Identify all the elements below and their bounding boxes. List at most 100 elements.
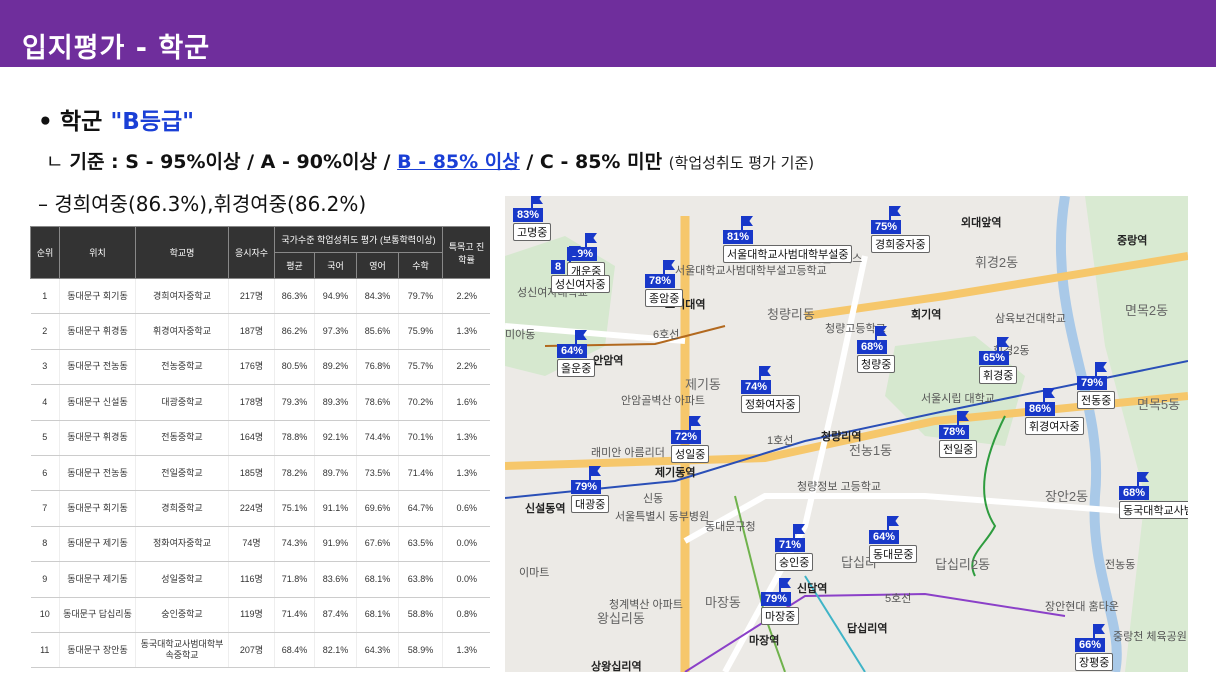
map-place-label: 제기동 bbox=[685, 377, 721, 392]
marker-school-name: 청량중 bbox=[857, 355, 896, 373]
map-place-label: 답십리2동 bbox=[935, 557, 991, 572]
cell-eng: 78.6% bbox=[356, 384, 399, 421]
cell-location: 동대문구 휘경동 bbox=[59, 313, 136, 350]
cell-location: 동대문구 답십리동 bbox=[59, 597, 136, 633]
cell-kor: 92.1% bbox=[314, 420, 357, 456]
cell-avg: 71.8% bbox=[274, 561, 315, 598]
map-place-label: 장안2동 bbox=[1045, 489, 1089, 504]
cell-location: 동대문구 회기동 bbox=[59, 490, 136, 527]
cell-eng: 68.1% bbox=[356, 561, 399, 598]
marker-school-name: 전동중 bbox=[1077, 391, 1116, 409]
cell-kor: 91.1% bbox=[314, 490, 357, 527]
map-place-label: 래미안 아름리더 bbox=[591, 447, 665, 459]
map-place-label: 청량정보 고등학교 bbox=[797, 481, 882, 493]
cell-students: 185명 bbox=[228, 455, 275, 492]
cell-math: 63.8% bbox=[397, 561, 443, 598]
cell-eng: 73.5% bbox=[356, 455, 399, 492]
cell-rank: 9 bbox=[30, 561, 60, 598]
map-place-label: 신동 bbox=[643, 493, 664, 505]
cell-math: 71.4% bbox=[397, 455, 443, 492]
marker-school-name: 동대문중 bbox=[869, 545, 918, 563]
cell-avg: 78.8% bbox=[274, 420, 315, 456]
marker-percent: 79% bbox=[571, 480, 602, 494]
map-place-label: 동대문구청 bbox=[705, 521, 756, 533]
marker-school-name: 마장중 bbox=[761, 607, 800, 625]
header-rank: 순위 bbox=[30, 226, 60, 279]
top-schools-line: – 경희여중(86.3%),휘경여중(86.2%) bbox=[38, 192, 367, 216]
cell-math: 75.7% bbox=[397, 349, 443, 386]
cell-school: 숭인중학교 bbox=[135, 597, 229, 633]
cell-rank: 10 bbox=[30, 597, 60, 633]
table-row: 7 동대문구 회기동 경희중학교 224명 75.1% 91.1% 69.6% 64.7% 0.… bbox=[30, 490, 490, 527]
cell-school: 휘경여자중학교 bbox=[135, 313, 229, 350]
marker-school-name: 올운중 bbox=[557, 359, 596, 377]
marker-school-name: 종암중 bbox=[645, 289, 684, 307]
marker-school-name: 동국대학교사범 bbox=[1119, 501, 1188, 519]
cell-avg: 78.2% bbox=[274, 455, 315, 492]
cell-special: 1.3% bbox=[442, 420, 490, 456]
school-map[interactable]: 미아동성신여자대학교고려대역서울대학교사범대학부설고등학교KAIST 서울캠퍼스… bbox=[505, 196, 1188, 672]
cell-rank: 3 bbox=[30, 349, 60, 386]
map-place-label: 중랑천 체육공원 bbox=[1113, 631, 1187, 643]
map-place-label: 장안현대 홈타운 bbox=[1045, 601, 1119, 613]
cell-school: 전일중학교 bbox=[135, 455, 229, 492]
table-row: 2 동대문구 휘경동 휘경여자중학교 187명 86.2% 97.3% 85.6% 75.9%… bbox=[30, 313, 490, 350]
map-place-label: 중랑역 bbox=[1117, 235, 1148, 247]
cell-location: 동대문구 전농동 bbox=[59, 349, 136, 386]
cell-rank: 7 bbox=[30, 490, 60, 527]
cell-special: 1.3% bbox=[442, 455, 490, 492]
marker-school-name: 고명중 bbox=[513, 223, 552, 241]
header-math: 수학 bbox=[397, 252, 444, 279]
header-eng: 영어 bbox=[356, 252, 399, 279]
cell-special: 0.0% bbox=[442, 561, 490, 598]
marker-percent: 75% bbox=[871, 220, 902, 234]
table-row: 1 동대문구 회기동 경희여자중학교 217명 86.3% 94.9% 84.3% 79.7%… bbox=[30, 278, 490, 315]
criteria-prefix: 기준 : S - 95%이상 / A - 90%이상 / bbox=[69, 151, 398, 173]
map-place-label: 미아동 bbox=[505, 329, 536, 341]
cell-location: 동대문구 제기동 bbox=[59, 526, 136, 563]
header-special: 특목고 진학률 bbox=[442, 226, 490, 279]
cell-math: 64.7% bbox=[397, 490, 443, 527]
cell-eng: 67.6% bbox=[356, 526, 399, 563]
corner-mark: ㄴ bbox=[46, 151, 64, 173]
map-place-label: 휘경2동 bbox=[975, 255, 1019, 270]
cell-avg: 86.2% bbox=[274, 313, 315, 350]
map-place-label: 삼육보건대학교 bbox=[995, 313, 1066, 325]
cell-kor: 89.7% bbox=[314, 455, 357, 492]
cell-rank: 4 bbox=[30, 384, 60, 421]
marker-percent: 68% bbox=[857, 340, 888, 354]
marker-percent: 81% bbox=[723, 230, 754, 244]
cell-special: 1.3% bbox=[442, 632, 490, 669]
cell-school: 전농중학교 bbox=[135, 349, 229, 386]
cell-kor: 91.9% bbox=[314, 526, 357, 563]
map-place-label: 5호선 bbox=[885, 593, 912, 605]
cell-eng: 74.4% bbox=[356, 420, 399, 456]
map-place-label: 답십리역 bbox=[847, 623, 888, 635]
cell-math: 58.8% bbox=[397, 597, 443, 633]
header-school: 학교명 bbox=[135, 226, 229, 279]
cell-kor: 87.4% bbox=[314, 597, 357, 633]
cell-students: 176명 bbox=[228, 349, 275, 386]
cell-school: 전동중학교 bbox=[135, 420, 229, 456]
cell-eng: 64.3% bbox=[356, 632, 399, 669]
cell-special: 0.8% bbox=[442, 597, 490, 633]
cell-eng: 84.3% bbox=[356, 278, 399, 315]
school-table: 순위 위치 학교명 응시자수 국가수준 학업성취도 평가 (보통학력이상) 특목… bbox=[30, 226, 490, 669]
marker-percent: 86% bbox=[1025, 402, 1056, 416]
marker-percent: 71% bbox=[775, 538, 806, 552]
cell-kor: 97.3% bbox=[314, 313, 357, 350]
cell-math: 58.9% bbox=[397, 632, 443, 669]
map-place-label: 이마트 bbox=[519, 567, 550, 579]
marker-percent: 64% bbox=[869, 530, 900, 544]
cell-kor: 89.3% bbox=[314, 384, 357, 421]
marker-school-name: 성일중 bbox=[671, 445, 710, 463]
cell-rank: 2 bbox=[30, 313, 60, 350]
cell-kor: 82.1% bbox=[314, 632, 357, 669]
cell-math: 70.2% bbox=[397, 384, 443, 421]
marker-percent: 83% bbox=[513, 208, 544, 222]
criteria-suffix: / C - 85% 미만 bbox=[519, 151, 669, 173]
marker-percent: 79% bbox=[1077, 376, 1108, 390]
cell-special: 1.6% bbox=[442, 384, 490, 421]
cell-school: 대광중학교 bbox=[135, 384, 229, 421]
cell-kor: 89.2% bbox=[314, 349, 357, 386]
